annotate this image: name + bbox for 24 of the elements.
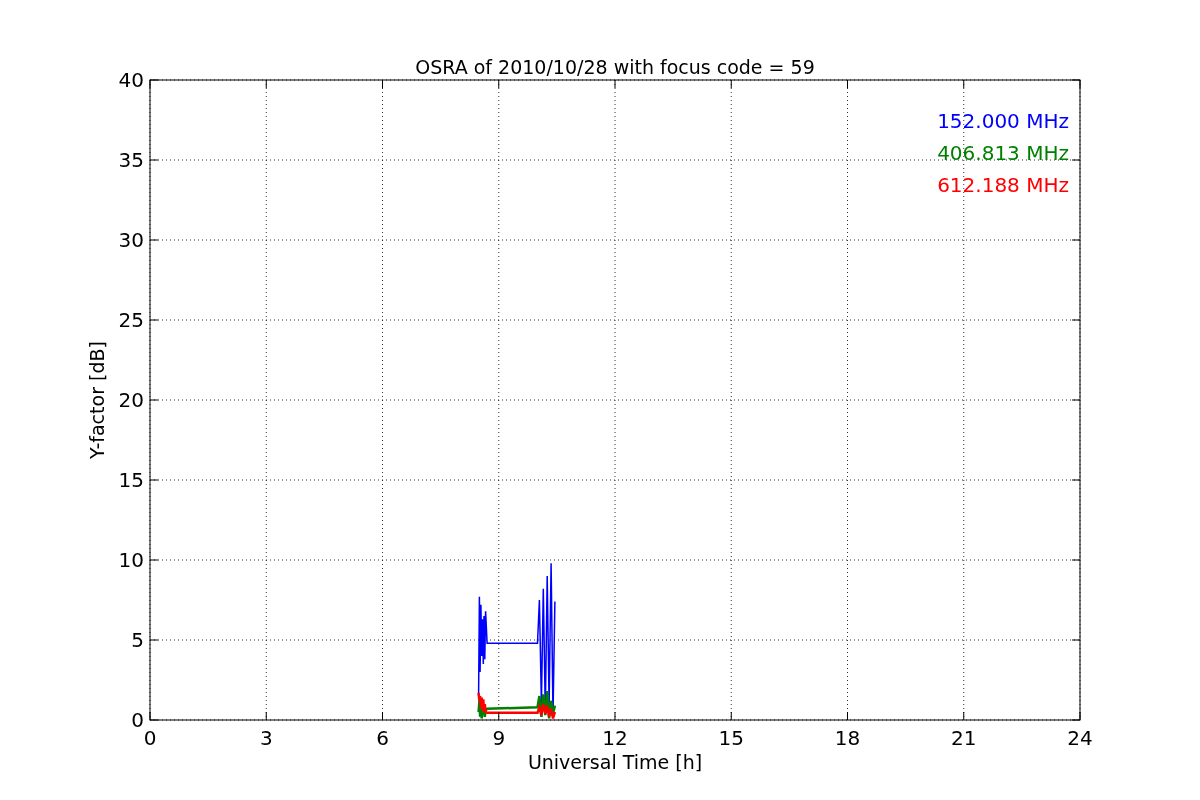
x-tick-label: 0 (143, 726, 157, 750)
y-tick-label: 0 (131, 708, 144, 732)
y-axis-label: Y-factor [dB] (86, 341, 108, 459)
x-tick-label: 3 (259, 726, 273, 750)
chart-title: OSRA of 2010/10/28 with focus code = 59 (415, 56, 815, 78)
y-tick-label: 25 (118, 308, 144, 332)
legend-label: 406.813 MHz (937, 141, 1069, 165)
x-tick-label: 15 (718, 726, 744, 750)
y-tick-label: 10 (118, 548, 144, 572)
x-tick-label: 9 (492, 726, 506, 750)
y-tick-label: 5 (131, 628, 144, 652)
y-tick-label: 30 (118, 228, 144, 252)
x-tick-label: 12 (602, 726, 628, 750)
x-tick-label: 21 (951, 726, 977, 750)
legend-label: 612.188 MHz (937, 173, 1069, 197)
y-tick-label: 40 (118, 68, 144, 92)
x-tick-label: 24 (1067, 726, 1093, 750)
legend-label: 152.000 MHz (937, 109, 1069, 133)
x-axis-label: Universal Time [h] (527, 751, 703, 773)
y-tick-label: 35 (118, 148, 144, 172)
y-tick-label: 20 (118, 388, 144, 412)
y-tick-label: 15 (118, 468, 144, 492)
x-tick-label: 18 (834, 726, 861, 750)
x-tick-label: 6 (376, 726, 389, 750)
